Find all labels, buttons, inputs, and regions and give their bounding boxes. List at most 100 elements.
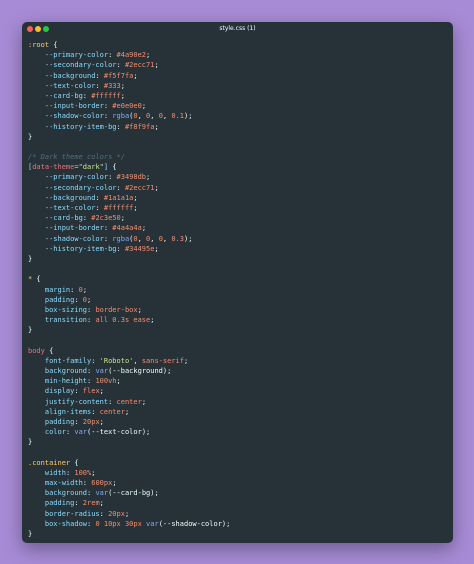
code-line: --history-item-bg: #f8f9fa;: [28, 122, 447, 132]
code-token: #f5f7fa: [103, 71, 134, 80]
code-token: var: [146, 519, 159, 528]
code-line: [data-theme="dark"] {: [28, 162, 447, 172]
code-token: 0 10px 30px: [95, 519, 147, 528]
code-token: "dark": [78, 163, 104, 172]
code-token: --input-border: [28, 102, 104, 111]
code-token: box-shadow: [28, 519, 88, 528]
code-line: --background: #1a1a1a;: [28, 193, 447, 203]
code-token: #4a90e2: [116, 51, 147, 60]
code-line: width: 100%;: [28, 468, 447, 478]
code-token: 100%: [74, 468, 92, 477]
code-line: box-shadow: 0 10px 30px var(--shadow-col…: [28, 519, 447, 529]
code-token: padding: [28, 295, 75, 304]
code-line: }: [28, 254, 447, 264]
code-line: :root {: [28, 40, 447, 50]
code-token: #1a1a1a: [103, 193, 134, 202]
code-token: :: [82, 214, 92, 223]
code-token: padding: [28, 499, 75, 508]
code-token: :: [74, 295, 83, 304]
code-window: style.css (1) :root { --primary-color: #…: [22, 22, 453, 543]
code-line: }: [28, 529, 447, 539]
code-token: all 0.3s ease: [95, 316, 151, 325]
code-token: ,: [137, 234, 147, 243]
code-token: ;: [91, 468, 96, 477]
code-token: :: [116, 61, 125, 70]
code-line: body {: [28, 346, 447, 356]
code-token: background: [28, 489, 88, 498]
code-token: ;: [183, 356, 189, 365]
code-token: }: [28, 254, 33, 263]
code-token: :: [95, 193, 104, 202]
code-token: :: [95, 71, 104, 80]
code-token: :: [74, 417, 83, 426]
code-token: :: [74, 499, 83, 508]
code-token: ;: [112, 479, 117, 488]
code-token: ;: [154, 61, 159, 70]
code-line: color: var(--text-color);: [28, 427, 447, 437]
code-token: #e0e0e0: [112, 102, 142, 111]
code-line: --input-border: #e0e0e0;: [28, 101, 447, 111]
code-token: :: [91, 356, 100, 365]
code-line: * {: [28, 274, 447, 284]
code-token: {: [49, 41, 58, 49]
code-token: {: [44, 346, 54, 355]
code-line: --secondary-color: #2ecc71;: [28, 60, 447, 70]
code-token: ,: [133, 356, 142, 365]
code-token: min-height: [28, 377, 88, 386]
code-line: }: [28, 437, 447, 447]
code-line: padding: 2rem;: [28, 498, 447, 508]
code-token: width: [28, 468, 66, 477]
code-line: min-height: 100vh;: [28, 376, 447, 386]
code-token: (--background);: [108, 367, 172, 375]
code-token: display: [28, 387, 75, 396]
code-line: margin: 0;: [28, 285, 447, 295]
code-token: ;: [154, 122, 159, 131]
code-token: {: [70, 458, 79, 467]
code-line: /* Dark theme colors */: [28, 152, 447, 162]
code-token: :: [108, 51, 117, 60]
code-line: max-width: 600px;: [28, 478, 447, 488]
code-token: #ffffff: [103, 204, 134, 212]
code-token: :: [99, 509, 109, 518]
code-token: :: [108, 397, 117, 406]
code-token: var: [74, 428, 88, 437]
code-token: ;: [99, 387, 104, 396]
code-token: var: [95, 367, 109, 375]
code-line: justify-content: center;: [28, 397, 447, 407]
code-line: align-items: center;: [28, 407, 447, 417]
code-editor[interactable]: :root { --primary-color: #4a90e2; --seco…: [28, 40, 447, 539]
code-token: 20px: [108, 509, 125, 518]
code-token: (--card-bg);: [108, 489, 159, 498]
code-token: --text-color: [28, 204, 96, 212]
code-token: }: [28, 326, 33, 335]
code-token: ;: [154, 244, 159, 253]
code-line: --input-border: #4a4a4a;: [28, 223, 447, 233]
code-token: #2c3e50: [91, 214, 121, 223]
code-line: }: [28, 325, 447, 335]
code-line: transition: all 0.3s ease;: [28, 315, 447, 325]
code-token: :: [108, 173, 117, 182]
code-line: background: var(--background);: [28, 366, 447, 376]
code-line: --text-color: #333;: [28, 81, 447, 91]
code-token: (--text-color);: [87, 428, 151, 437]
code-token: :root: [28, 41, 50, 49]
code-token: :: [70, 285, 79, 294]
code-token: sans-serif: [141, 356, 184, 365]
code-token: :: [95, 204, 104, 212]
code-token: ;: [154, 183, 159, 192]
code-token: 'Roboto': [99, 356, 134, 365]
code-token: --history-item-bg: [28, 244, 117, 253]
code-token: font-family: [28, 356, 92, 365]
code-token: ,: [150, 234, 159, 243]
code-token: #333: [103, 81, 121, 90]
code-token: border-radius: [28, 509, 100, 518]
code-line: border-radius: 20px;: [28, 509, 447, 519]
code-token: ;: [116, 377, 121, 386]
code-line: --shadow-color: rgba(0, 0, 0, 0.1);: [28, 111, 447, 121]
code-token: 20px: [82, 417, 100, 426]
code-token: ;: [99, 417, 104, 426]
code-token: align-items: [28, 407, 92, 416]
